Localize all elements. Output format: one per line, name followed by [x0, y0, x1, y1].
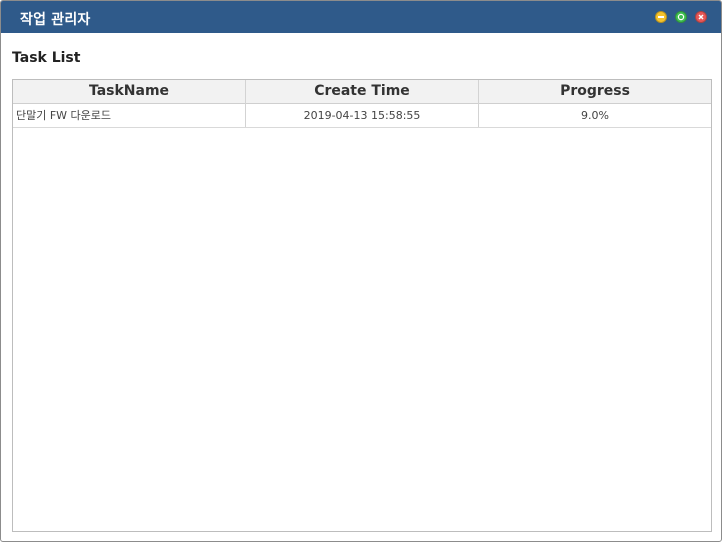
window-titlebar[interactable]: 작업 관리자 — [1, 1, 721, 33]
restore-button[interactable] — [675, 11, 687, 23]
table-row[interactable]: 단말기 FW 다운로드 2019-04-13 15:58:55 9.0% — [13, 104, 711, 128]
column-header-create-time[interactable]: Create Time — [246, 80, 478, 103]
minimize-button[interactable] — [655, 11, 667, 23]
cell-create-time: 2019-04-13 15:58:55 — [303, 109, 421, 122]
restore-icon — [677, 13, 685, 21]
task-manager-window: 작업 관리자 Task List TaskName Create Time Pr… — [0, 0, 722, 542]
window-title: 작업 관리자 — [20, 12, 91, 28]
minimize-icon — [658, 16, 664, 18]
grid-header: TaskName Create Time Progress — [13, 80, 711, 104]
close-icon — [698, 14, 704, 20]
cell-progress: 9.0% — [581, 109, 609, 122]
column-header-taskname[interactable]: TaskName — [13, 80, 245, 103]
task-list-heading: Task List — [12, 50, 81, 66]
close-button[interactable] — [695, 11, 707, 23]
cell-task-name: 단말기 FW 다운로드 — [16, 109, 112, 122]
column-header-progress[interactable]: Progress — [479, 80, 711, 103]
task-grid[interactable]: TaskName Create Time Progress 단말기 FW 다운로… — [12, 79, 712, 532]
